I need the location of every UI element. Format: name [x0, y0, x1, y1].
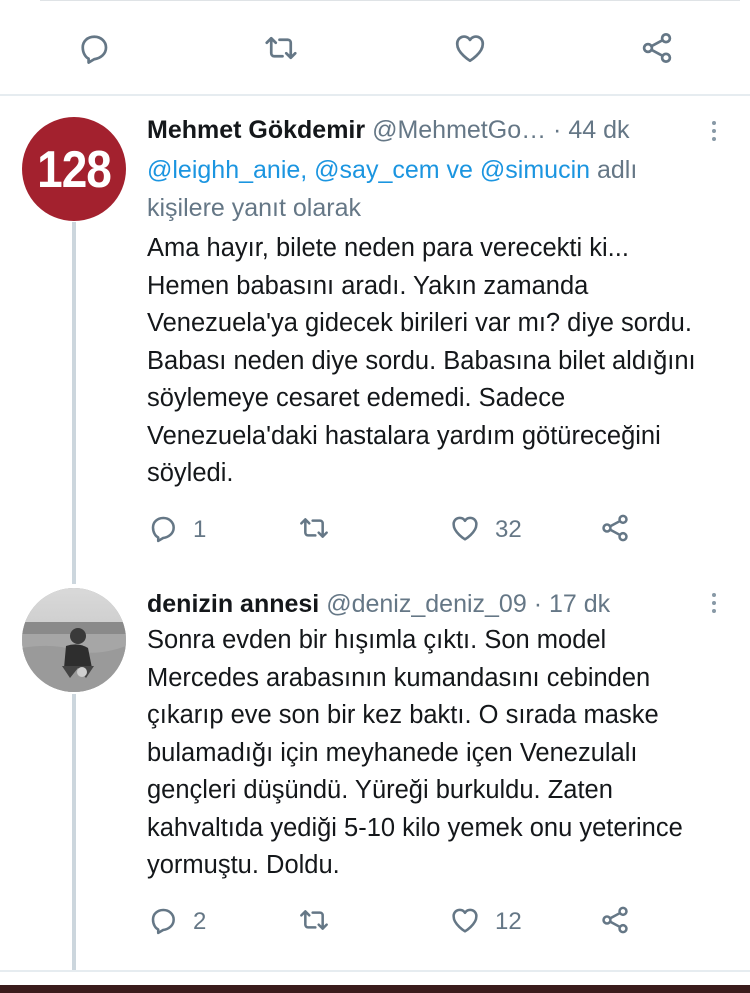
thread-line	[72, 694, 76, 970]
reply-icon[interactable]	[74, 28, 114, 68]
mention-link[interactable]: @leighh_anie,	[147, 156, 307, 184]
reply-count: 1	[193, 516, 207, 543]
user-handle[interactable]: @deniz_deniz_09	[326, 590, 527, 618]
timestamp[interactable]: · 44 dk	[546, 116, 629, 144]
avatar-text: 128	[37, 139, 112, 199]
reply-button[interactable]: 1	[147, 510, 206, 550]
retweet-icon	[297, 512, 331, 549]
tweet-text: Sonra evden bir hışımla çıktı. Son model…	[147, 626, 683, 879]
timestamp[interactable]: · 17 dk	[527, 590, 610, 618]
avatar[interactable]: 128	[22, 117, 126, 221]
reply-icon	[147, 512, 179, 549]
reply-button[interactable]: 2	[147, 902, 206, 942]
like-button[interactable]: 32	[449, 510, 522, 550]
retweet-icon	[297, 904, 331, 941]
more-options-icon[interactable]	[704, 117, 724, 147]
avatar-photo-image	[22, 588, 126, 692]
retweet-button[interactable]	[297, 902, 345, 942]
tweet-header: denizin annesi @deniz_deniz_09 · 17 dk	[147, 589, 610, 619]
tweet-thread-page: 128 Mehmet Gökdemir @MehmetGo… · 44 dk @…	[0, 0, 750, 993]
share-button[interactable]	[599, 902, 631, 942]
share-icon	[599, 904, 631, 941]
display-name[interactable]: Mehmet Gökdemir	[147, 116, 365, 144]
top-action-bar	[0, 0, 750, 95]
user-handle[interactable]: @MehmetGo…	[372, 116, 546, 144]
tweet-text: Ama hayır, bilete neden para verecekti k…	[147, 234, 696, 487]
retweet-button[interactable]	[297, 510, 345, 550]
reply-count: 2	[193, 908, 207, 935]
like-count: 12	[495, 908, 522, 935]
share-icon	[599, 512, 631, 549]
like-icon	[449, 512, 481, 549]
divider	[0, 94, 750, 96]
like-icon	[449, 904, 481, 941]
display-name[interactable]: denizin annesi	[147, 590, 319, 618]
bottom-edge	[0, 985, 750, 993]
retweet-icon[interactable]	[261, 28, 301, 68]
like-button[interactable]: 12	[449, 902, 522, 942]
mention-link[interactable]: @simucin	[480, 156, 590, 184]
more-options-icon[interactable]	[704, 589, 724, 619]
thread-line	[72, 222, 76, 584]
tweet-header: Mehmet Gökdemir @MehmetGo… · 44 dk	[147, 115, 629, 145]
tweet-actions: 2 12	[147, 902, 707, 942]
like-icon[interactable]	[450, 28, 490, 68]
divider	[0, 970, 750, 972]
reply-icon	[147, 904, 179, 941]
mention-link: ve	[446, 156, 473, 184]
avatar[interactable]	[22, 588, 126, 692]
tweet-actions: 1 32	[147, 510, 707, 550]
share-button[interactable]	[599, 510, 631, 550]
mention-link[interactable]: @say_cem	[314, 156, 439, 184]
reply-context: @leighh_anie, @say_cem ve @simucin adlı …	[147, 151, 707, 227]
like-count: 32	[495, 516, 522, 543]
share-icon[interactable]	[637, 28, 677, 68]
